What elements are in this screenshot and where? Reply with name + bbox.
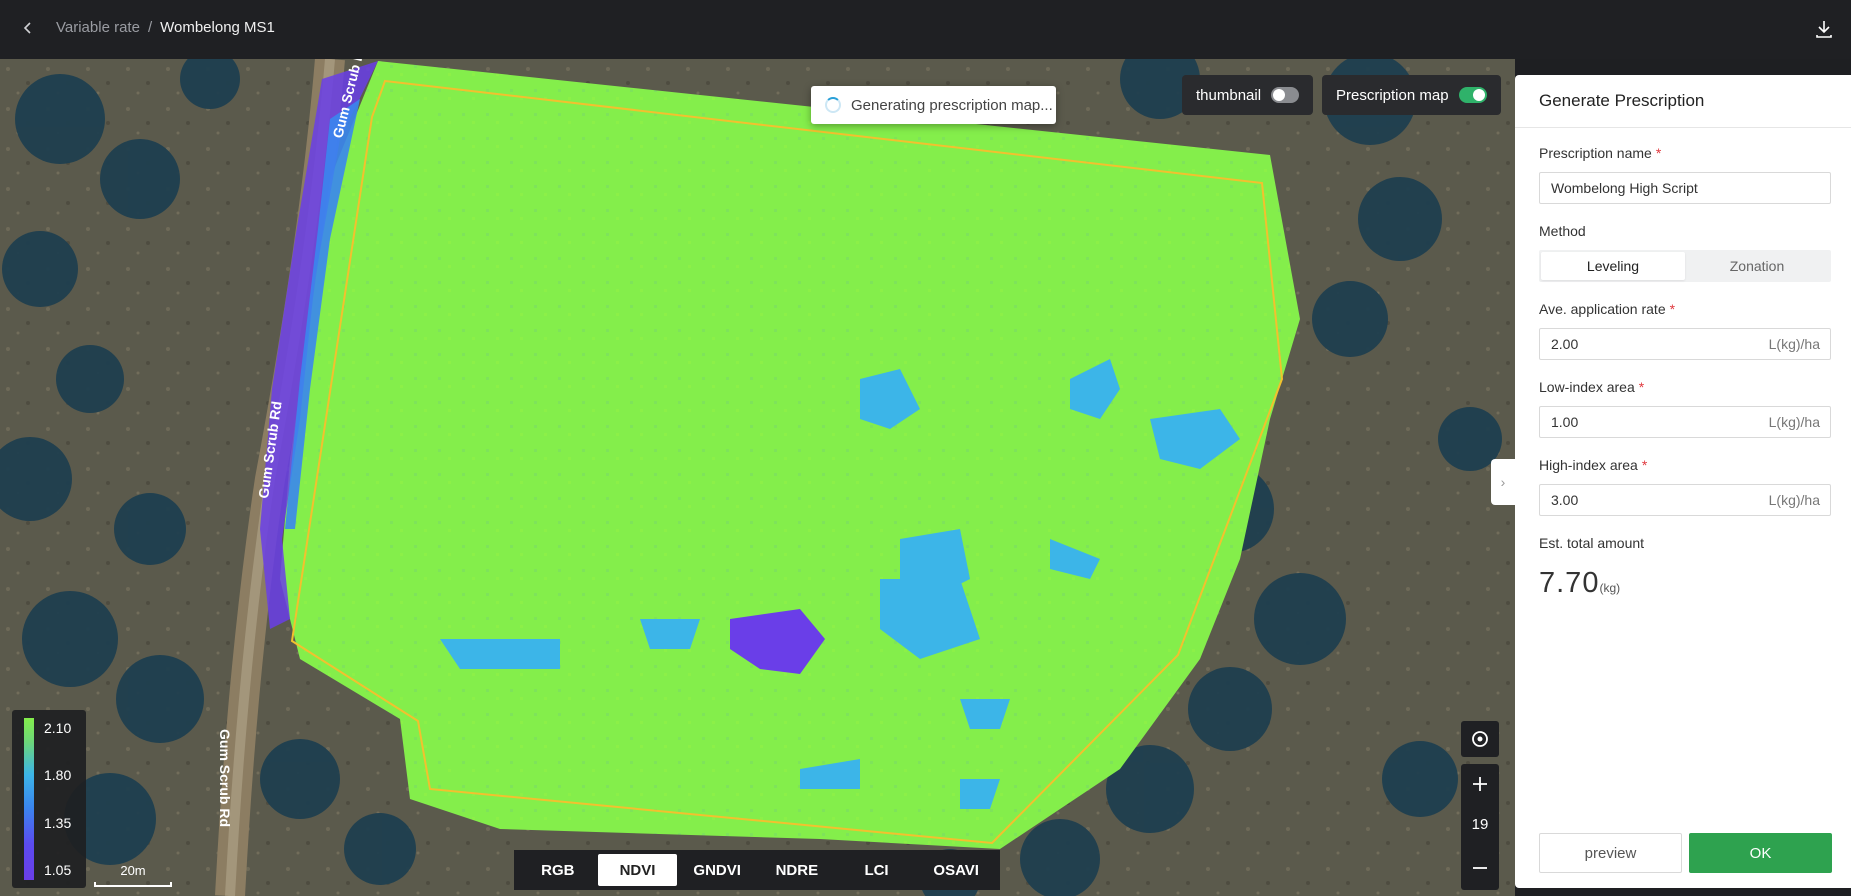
index-legend: 2.10 1.80 1.35 1.05 xyxy=(12,710,86,888)
tab-osavi[interactable]: OSAVI xyxy=(916,854,996,886)
divider xyxy=(1515,127,1851,128)
download-icon[interactable] xyxy=(1809,14,1839,44)
tab-gndvi[interactable]: GNDVI xyxy=(677,854,757,886)
thumbnail-label: thumbnail xyxy=(1196,86,1262,104)
thumbnail-switch[interactable] xyxy=(1271,87,1300,103)
index-tabs: RGB NDVI GNDVI NDRE LCI OSAVI xyxy=(514,850,1000,890)
tab-rgb[interactable]: RGB xyxy=(518,854,598,886)
minus-icon xyxy=(1473,867,1487,869)
est-total-value: 7.70(kg) xyxy=(1539,567,1621,599)
back-icon[interactable] xyxy=(14,14,42,42)
plus-icon xyxy=(1473,777,1487,791)
legend-color-bar xyxy=(24,718,34,880)
breadcrumb-parent-link[interactable]: Variable rate xyxy=(56,19,140,36)
tab-ndre[interactable]: NDRE xyxy=(757,854,837,886)
legend-value: 1.35 xyxy=(44,815,72,831)
loading-spinner-icon xyxy=(825,97,841,113)
zoom-out-button[interactable] xyxy=(1461,848,1499,888)
scale-line xyxy=(94,882,172,887)
high-index-label: High-index area * xyxy=(1539,457,1648,473)
prescription-name-label: Prescription name * xyxy=(1539,145,1662,161)
ave-rate-label: Ave. application rate * xyxy=(1539,301,1676,317)
generate-prescription-panel: Generate Prescription Prescription name *… xyxy=(1515,75,1851,888)
method-selector: Leveling Zonation xyxy=(1539,250,1831,282)
prescription-map-toggle[interactable]: Prescription map xyxy=(1322,75,1501,115)
prescription-map-switch[interactable] xyxy=(1458,87,1487,103)
tab-ndvi[interactable]: NDVI xyxy=(597,854,678,886)
legend-min: 1.05 xyxy=(44,862,72,878)
low-index-label: Low-index area * xyxy=(1539,379,1645,395)
zoom-controls: 19 xyxy=(1461,764,1499,890)
low-index-input[interactable]: 1.00 L(kg)/ha xyxy=(1539,406,1831,438)
toast-text: Generating prescription map... xyxy=(851,96,1053,114)
zoom-level: 19 xyxy=(1471,816,1489,833)
method-zonation[interactable]: Zonation xyxy=(1685,252,1829,280)
recenter-button[interactable] xyxy=(1461,721,1499,757)
legend-value: 1.80 xyxy=(44,767,72,783)
panel-title: Generate Prescription xyxy=(1539,91,1705,110)
scale-bar: 20m xyxy=(94,863,172,887)
unit-label: L(kg)/ha xyxy=(1768,336,1820,352)
ave-rate-input[interactable]: 2.00 L(kg)/ha xyxy=(1539,328,1831,360)
thumbnail-toggle[interactable]: thumbnail xyxy=(1182,75,1314,115)
breadcrumb: Variable rate / Wombelong MS1 xyxy=(56,19,275,36)
zoom-in-button[interactable] xyxy=(1461,764,1499,804)
high-index-input[interactable]: 3.00 L(kg)/ha xyxy=(1539,484,1831,516)
tab-lci[interactable]: LCI xyxy=(837,854,917,886)
breadcrumb-current: Wombelong MS1 xyxy=(160,19,275,36)
top-bar: Variable rate / Wombelong MS1 xyxy=(0,0,1851,59)
method-label: Method xyxy=(1539,223,1586,239)
breadcrumb-separator: / xyxy=(147,19,153,36)
legend-max: 2.10 xyxy=(44,720,72,736)
satellite-map: Gum Scrub Rd Gum Scrub Rd Gum Scrub Rd xyxy=(0,59,1515,896)
prescription-name-input[interactable]: Wombelong High Script xyxy=(1539,172,1831,204)
preview-button[interactable]: preview xyxy=(1539,833,1682,873)
prescription-map-label: Prescription map xyxy=(1336,86,1449,104)
est-total-label: Est. total amount xyxy=(1539,535,1645,551)
chevron-right-icon: › xyxy=(1500,474,1506,490)
road-label: Gum Scrub Rd xyxy=(217,729,233,827)
method-leveling[interactable]: Leveling xyxy=(1541,252,1685,280)
scale-label: 20m xyxy=(120,863,146,878)
unit-label: L(kg)/ha xyxy=(1768,414,1820,430)
map-view[interactable]: Gum Scrub Rd Gum Scrub Rd Gum Scrub Rd G… xyxy=(0,59,1515,896)
locate-icon xyxy=(1472,731,1488,747)
generating-toast: Generating prescription map... xyxy=(811,86,1056,124)
ok-button[interactable]: OK xyxy=(1689,833,1832,873)
collapse-panel-button[interactable]: › xyxy=(1491,459,1515,505)
unit-label: L(kg)/ha xyxy=(1768,492,1820,508)
